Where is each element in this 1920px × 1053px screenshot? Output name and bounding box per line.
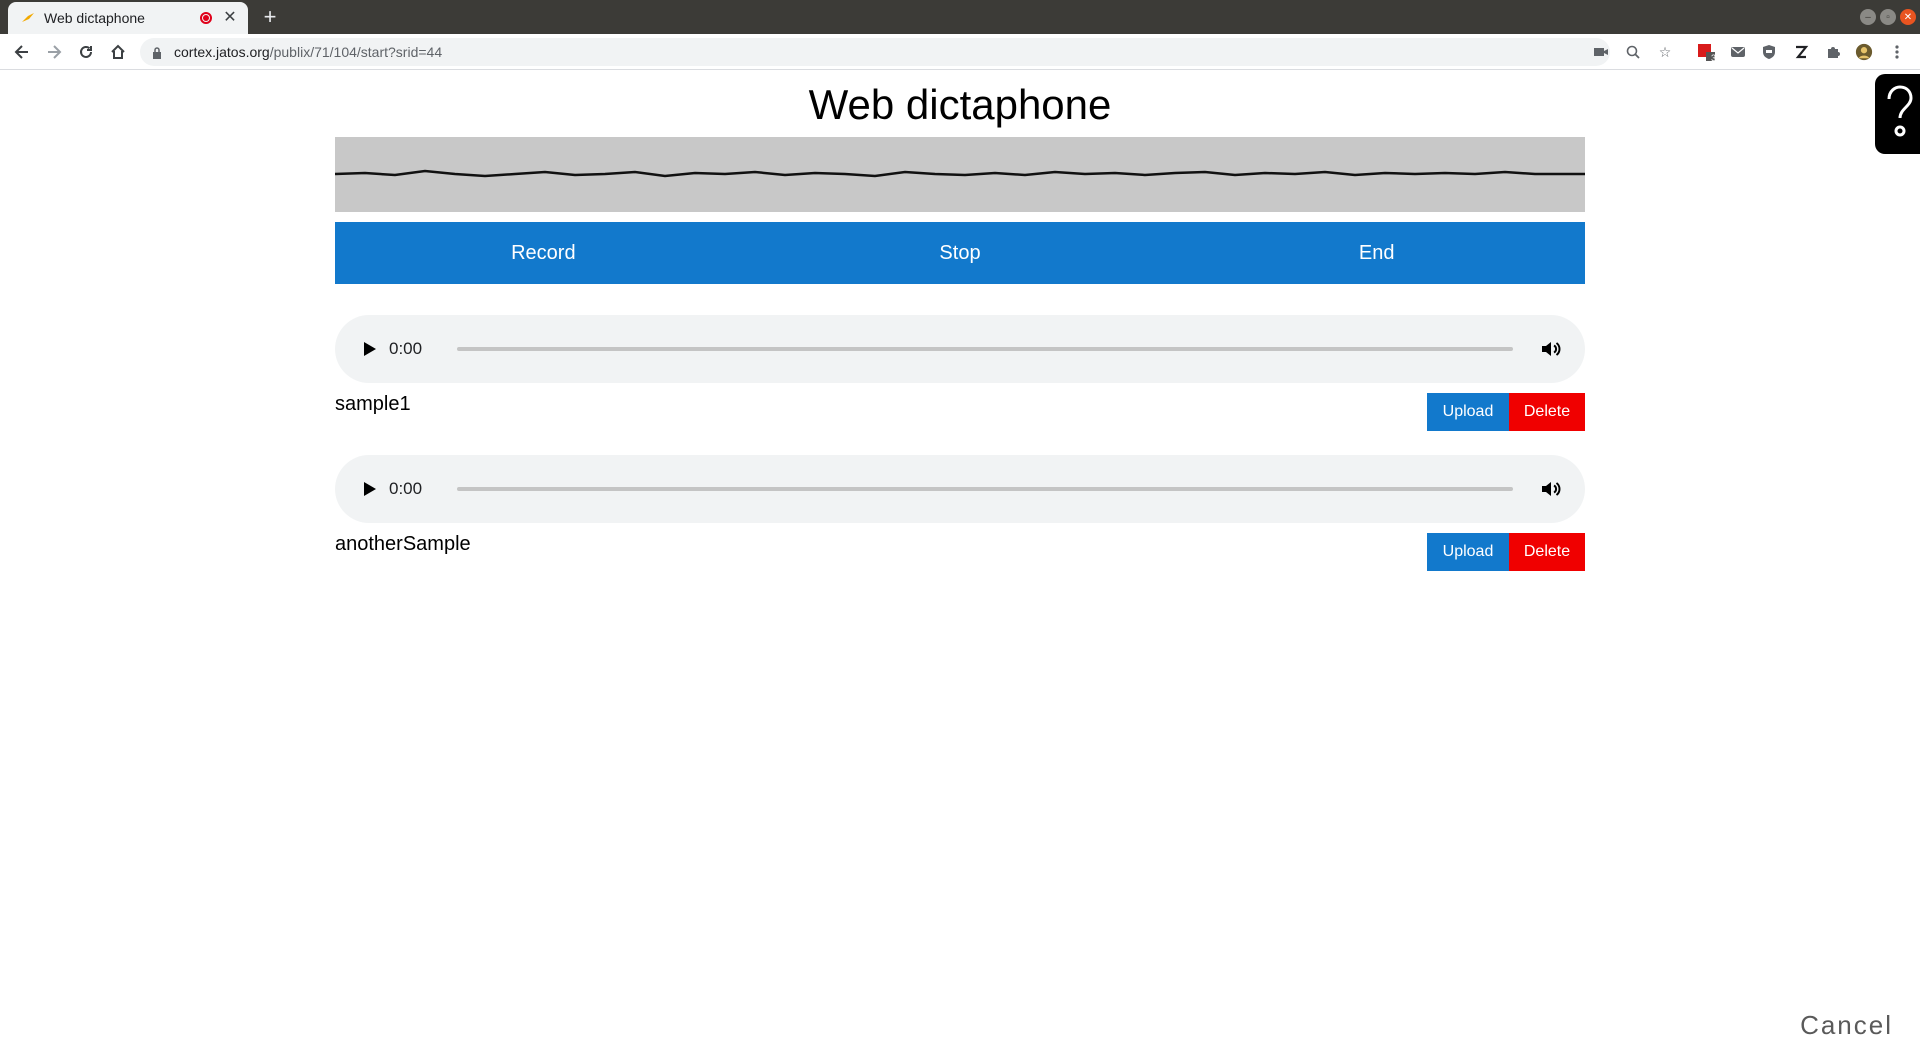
url-host: cortex.jatos.org [174,44,270,60]
volume-icon[interactable] [1539,477,1563,501]
help-button[interactable] [1875,74,1920,154]
mail-extension-icon[interactable] [1729,43,1747,61]
current-time: 0:00 [389,339,423,358]
recorder-controls: Record Stop End [335,222,1585,284]
camera-icon[interactable] [1593,44,1609,60]
extension-pdf-icon[interactable]: 3 [1697,43,1716,63]
zotero-extension-icon[interactable] [1792,43,1810,61]
upload-button[interactable]: Upload [1427,393,1509,431]
close-window-button[interactable]: ✕ [1900,9,1916,25]
shield-extension-icon[interactable] [1760,43,1778,61]
bookmark-star-icon[interactable]: ☆ [1657,44,1673,60]
page-content: Web dictaphone Record Stop End 0:00 samp… [0,71,1920,1053]
cancel-button[interactable]: Cancel [1800,1010,1893,1041]
seek-bar[interactable] [457,347,1513,351]
delete-button[interactable]: Delete [1509,393,1585,431]
minimize-window-button[interactable]: – [1860,9,1876,25]
page-title: Web dictaphone [808,81,1112,128]
home-button[interactable] [106,40,130,64]
stop-button[interactable]: Stop [752,222,1169,284]
url-path: /publix/71/104/start?srid=44 [269,44,443,60]
play-icon[interactable] [361,481,377,497]
tab-title: Web dictaphone [44,10,145,26]
profile-avatar[interactable] [1855,43,1873,61]
extension-badge: 3 [1710,53,1716,63]
seek-bar[interactable] [457,487,1513,491]
tab-strip: Web dictaphone ✕ + – ▫ ✕ [0,0,1920,34]
url-text: cortex.jatos.org/publix/71/104/start?sri… [174,44,442,60]
tab-web-dictaphone[interactable]: Web dictaphone ✕ [8,2,248,34]
chrome-menu-icon[interactable] [1888,43,1906,61]
question-mark-icon [1887,85,1913,137]
record-button[interactable]: Record [335,222,752,284]
tab-close-icon[interactable]: ✕ [222,10,238,26]
audio-player[interactable]: 0:00 [335,315,1585,383]
play-icon[interactable] [361,341,377,357]
new-tab-button[interactable]: + [258,6,282,30]
sample-name: sample1 [335,393,411,415]
delete-button[interactable]: Delete [1509,533,1585,571]
current-time: 0:00 [389,479,423,498]
end-button[interactable]: End [1168,222,1585,284]
reload-button[interactable] [74,40,98,64]
browser-toolbar: cortex.jatos.org/publix/71/104/start?sri… [0,34,1920,70]
zoom-icon[interactable] [1625,44,1641,60]
audio-player[interactable]: 0:00 [335,455,1585,523]
waveform-visualizer [334,137,1585,212]
upload-button[interactable]: Upload [1427,533,1509,571]
extensions-puzzle-icon[interactable] [1824,43,1842,61]
back-button[interactable] [10,40,34,64]
recording-indicator-icon [200,12,212,24]
maximize-window-button[interactable]: ▫ [1880,9,1896,25]
forward-button[interactable] [42,40,66,64]
address-bar[interactable]: cortex.jatos.org/publix/71/104/start?sri… [140,38,1610,66]
sample-name: anotherSample [335,533,471,555]
sample-clip: 0:00 anotherSample Upload Delete [335,455,1585,571]
lock-icon [152,46,162,59]
volume-icon[interactable] [1539,337,1563,361]
favicon-icon [20,10,36,26]
sample-clip: 0:00 sample1 Upload Delete [335,315,1585,431]
